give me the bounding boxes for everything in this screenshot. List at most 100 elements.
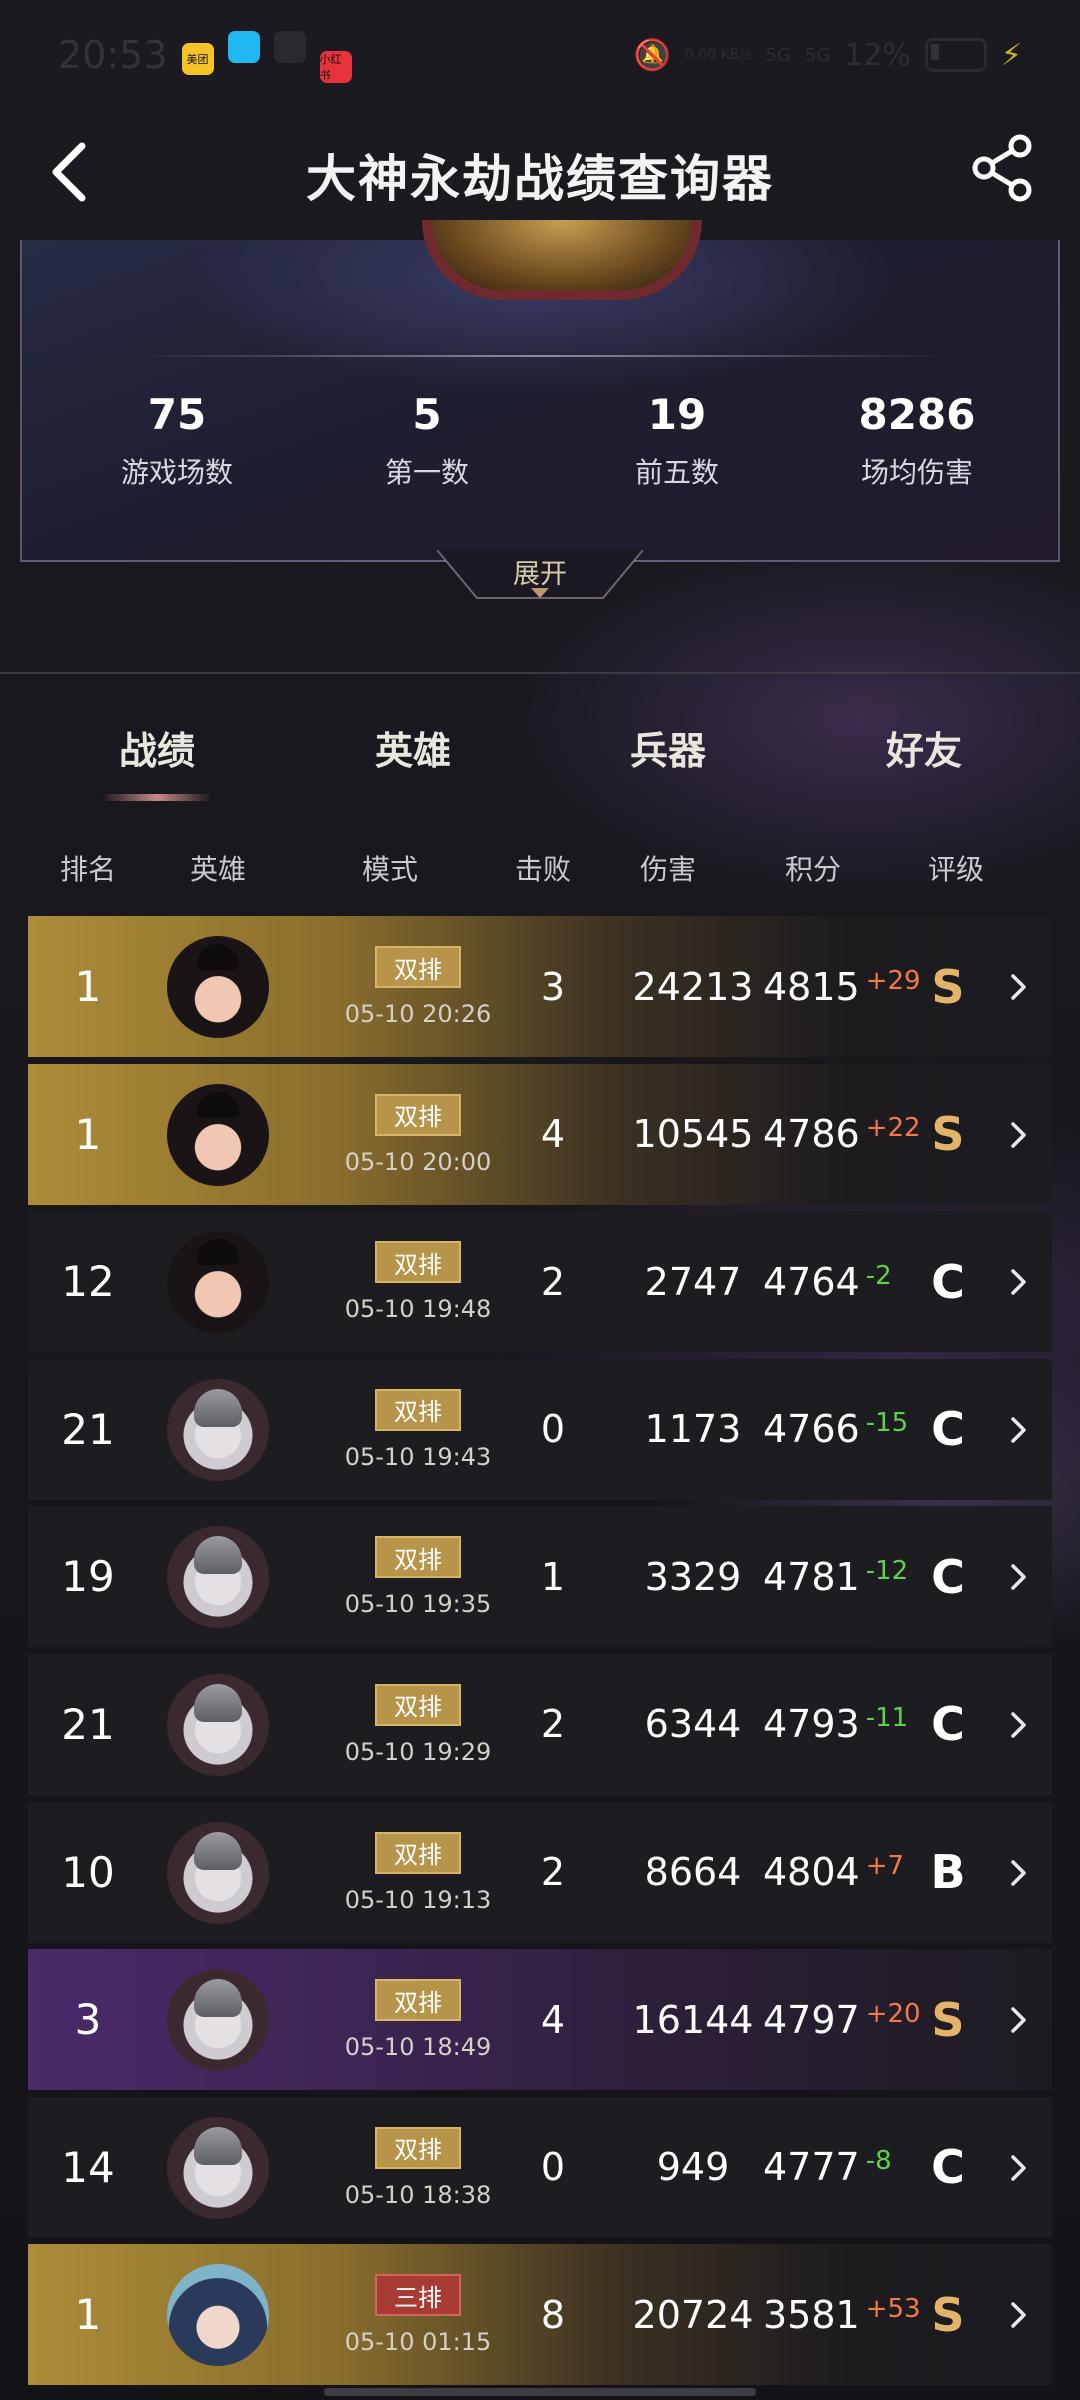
match-mode: 双排 05-10 19:13 [318,1831,518,1922]
status-time: 20:53 [58,33,168,77]
mode-badge: 双排 [375,1388,461,1431]
match-row[interactable]: 19 双排 05-10 19:35 1 3329 4781 -12 C [28,1506,1052,1648]
match-time: 05-10 18:49 [344,2033,492,2062]
match-rank: 21 [61,1699,115,1749]
tab-hero[interactable]: 英雄 [313,720,513,775]
match-mode: 双排 05-10 20:00 [318,1093,518,1184]
match-kills: 1 [540,1554,566,1599]
panel-divider [132,355,952,357]
match-score: 4764 [763,1259,860,1304]
hero-avatar [167,1821,269,1924]
back-arrow-icon [52,142,86,202]
col-grade: 评级 [927,853,984,886]
match-time: 05-10 20:26 [344,1000,492,1028]
match-score-group: 4764 -2 [763,1211,892,1352]
stat-value: 8286 [858,390,976,439]
tab-friends[interactable]: 好友 [824,720,1024,775]
rank-emblem [422,220,702,300]
match-score: 4781 [763,1554,860,1599]
match-list: 1 双排 05-10 20:26 3 24213 4815 +29 S 1 双排 05-10 20:… [28,916,1052,2392]
match-mode: 双排 05-10 20:26 [318,946,518,1036]
stat-label: 场均伤害 [860,456,973,489]
score-delta: +20 [865,1998,921,2029]
stat-value: 5 [412,390,442,439]
match-kills: 2 [540,1259,566,1304]
match-time: 05-10 19:48 [344,1295,492,1324]
stat-label: 游戏场数 [120,456,233,489]
match-row[interactable]: 1 三排 05-10 01:15 8 20724 3581 +53 S [28,2244,1052,2386]
col-score: 积分 [784,853,841,886]
match-kills: 4 [540,1112,566,1157]
match-row[interactable]: 21 双排 05-10 19:43 0 1173 4766 -15 C [28,1358,1052,1500]
expand-button[interactable]: 展开 [437,550,643,608]
mode-badge: 双排 [375,1683,461,1726]
xiaohongshu-icon: 小红书 [319,50,352,83]
match-grade: B [930,1845,966,1900]
match-time: 05-10 19:29 [344,1737,492,1766]
match-rank: 21 [61,1404,115,1454]
match-time: 05-10 19:13 [344,1885,492,1914]
match-rank: 1 [74,2290,102,2340]
hero-avatar [167,1969,269,2072]
score-delta: +22 [865,1113,921,1144]
match-score-group: 4786 +22 [763,1064,921,1205]
match-score-group: 4777 -8 [763,2097,892,2238]
chevron-right-icon [1011,1269,1026,1295]
page-title: 大神永劫战绩查询器 [306,150,774,208]
tab-record[interactable]: 战绩 [57,720,257,775]
match-grade: C [931,1254,965,1309]
score-delta: -2 [865,1260,892,1291]
hero-avatar [167,1231,269,1334]
mode-badge: 双排 [375,1979,461,2022]
match-kills: 0 [540,1407,566,1452]
match-row[interactable]: 14 双排 05-10 18:38 0 949 4777 -8 C [28,2096,1052,2238]
status-bar: 20:53 美团 小红书 🔕 0.00 KB/s 5G 5G 12% ⚡ [0,0,1080,110]
mode-badge: 双排 [375,1831,461,1874]
stat-top5: 19 前五数 [567,390,787,491]
col-mode: 模式 [361,853,418,886]
match-mode: 双排 05-10 19:48 [318,1241,518,1331]
match-rank: 10 [61,1847,115,1897]
active-tab-indicator [102,794,212,801]
share-button[interactable] [964,130,1044,210]
tab-weapon[interactable]: 兵器 [568,720,768,775]
match-damage: 16144 [632,1997,754,2042]
match-row[interactable]: 1 双排 05-10 20:00 4 10545 4786 +22 S [28,1063,1052,1205]
match-rank: 14 [61,2142,115,2192]
match-rank: 1 [74,1109,102,1159]
stat-label: 前五数 [634,456,719,489]
home-indicator[interactable] [324,2388,756,2396]
hero-avatar [167,1526,269,1629]
score-delta: +53 [865,2293,921,2324]
match-rank: 12 [61,1257,115,1307]
match-damage: 24213 [632,964,754,1009]
match-damage: 10545 [632,1112,754,1157]
expand-arrow-icon [531,588,549,598]
match-mode: 双排 05-10 19:35 [318,1536,518,1626]
charging-icon: ⚡ [1000,37,1022,73]
match-score: 4777 [763,2145,860,2190]
status-right: 🔕 0.00 KB/s 5G 5G 12% ⚡ [634,38,1022,73]
meituan-icon: 美团 [181,42,214,75]
match-grade: S [931,2287,965,2342]
match-row[interactable]: 3 双排 05-10 18:49 4 16144 4797 +20 S [28,1949,1052,2091]
match-time: 05-10 20:00 [344,1147,492,1176]
back-button[interactable] [40,132,120,212]
hero-avatar [167,1083,269,1186]
match-row[interactable]: 21 双排 05-10 19:29 2 6344 4793 -11 C [28,1653,1052,1795]
match-row[interactable]: 12 双排 05-10 19:48 2 2747 4764 -2 C [28,1211,1052,1353]
match-score: 3581 [763,2292,860,2337]
chevron-right-icon [1011,1712,1026,1738]
mode-badge: 双排 [375,1536,461,1579]
score-delta: +7 [865,1851,905,1882]
match-row[interactable]: 10 双排 05-10 19:13 2 8664 4804 +7 B [28,1801,1052,1943]
match-row[interactable]: 1 双排 05-10 20:26 3 24213 4815 +29 S [28,916,1052,1057]
chevron-right-icon [1011,1564,1026,1591]
mode-badge: 双排 [375,2126,461,2169]
score-delta: -12 [865,1555,909,1586]
col-rank: 排名 [59,853,116,886]
match-score: 4815 [763,964,860,1009]
col-damage: 伤害 [639,853,696,886]
match-rank: 19 [61,1552,115,1602]
match-mode: 双排 05-10 18:49 [318,1979,518,2069]
